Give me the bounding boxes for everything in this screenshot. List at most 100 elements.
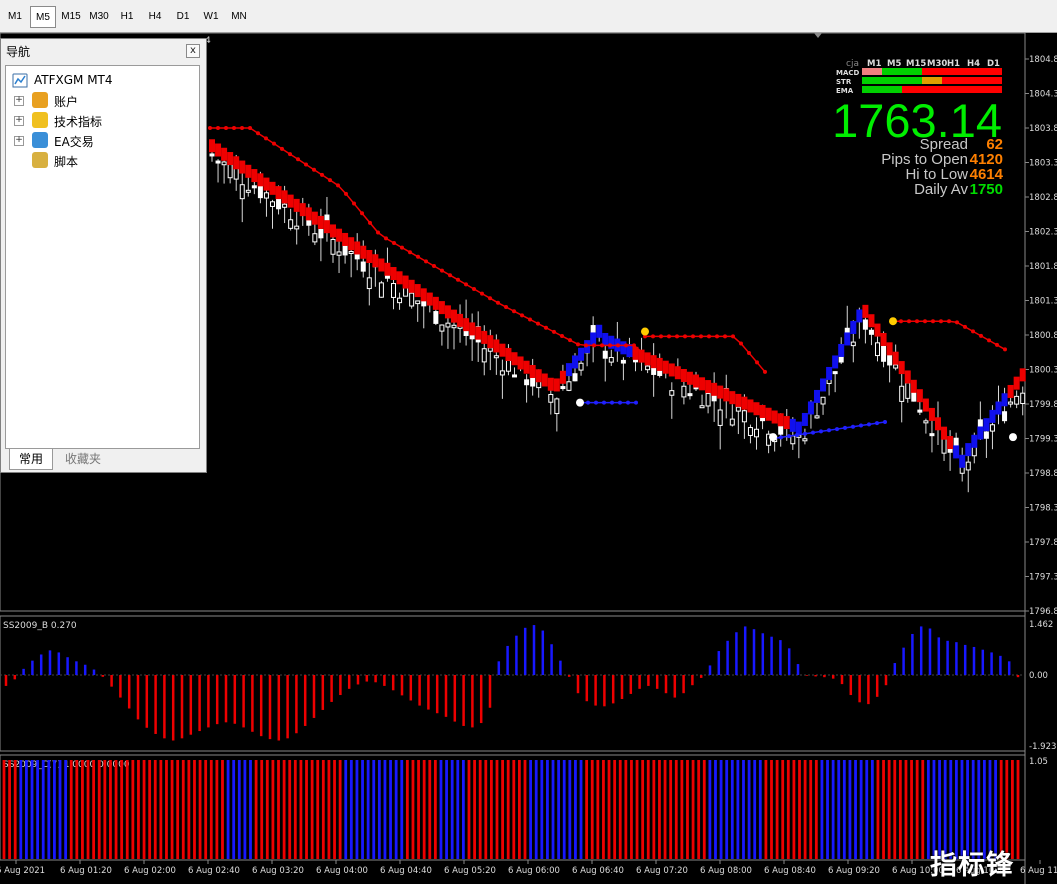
band-bar bbox=[892, 351, 899, 365]
price-tick-label: 1803.8 bbox=[1029, 124, 1057, 134]
timeframe-mn-button[interactable]: MN bbox=[226, 6, 252, 28]
blue-support-line-dot bbox=[602, 400, 606, 405]
blue-support-line-dot bbox=[618, 400, 622, 405]
band-bar bbox=[916, 389, 923, 403]
blue-support-line-2-dot bbox=[851, 424, 855, 429]
timeframe-m30-button[interactable]: M30 bbox=[86, 6, 112, 28]
band-bar bbox=[287, 194, 294, 208]
candle-body bbox=[699, 405, 705, 409]
red-trail-line-dot bbox=[320, 172, 324, 177]
candle-body bbox=[814, 415, 820, 419]
price-tick-label: 1804.8 bbox=[1029, 55, 1057, 65]
band-bar bbox=[493, 339, 500, 353]
current-price: 1763.14 bbox=[832, 94, 1002, 147]
navigator-title-bar[interactable]: 导航 x bbox=[1, 39, 206, 61]
band-bar bbox=[977, 426, 984, 440]
red-trail-line-dot bbox=[600, 343, 604, 348]
band-bar bbox=[947, 436, 954, 450]
red-trail-line-dot bbox=[272, 141, 276, 146]
time-tick-label: 6 Aug 06:00 bbox=[508, 866, 560, 876]
candle-body bbox=[391, 283, 396, 298]
blue-support-line-2-dot bbox=[803, 431, 807, 436]
band-bar bbox=[547, 377, 554, 391]
band-bar bbox=[729, 391, 736, 405]
candle-body bbox=[941, 437, 947, 454]
band-bar bbox=[868, 314, 875, 328]
price-tick-label: 1802.3 bbox=[1029, 228, 1057, 238]
band-bar bbox=[596, 324, 603, 338]
band-bar bbox=[989, 409, 996, 423]
band-bar bbox=[965, 443, 972, 457]
timeframe-h1-button[interactable]: H1 bbox=[114, 6, 140, 28]
dashboard-cell bbox=[982, 86, 1002, 93]
red-trail-line-dot bbox=[344, 191, 348, 196]
timeframe-w1-button[interactable]: W1 bbox=[198, 6, 224, 28]
candle-body bbox=[251, 185, 257, 189]
band-bar bbox=[444, 305, 451, 319]
band-bar bbox=[983, 418, 990, 432]
red-trail-line-2-dot bbox=[747, 350, 751, 355]
band-bar bbox=[559, 370, 566, 384]
red-trail-line-dot bbox=[408, 250, 412, 255]
band-bar bbox=[408, 279, 415, 293]
band-bar bbox=[959, 454, 966, 468]
dashboard-cell bbox=[882, 86, 902, 93]
band-bar bbox=[565, 363, 572, 377]
timeframe-d1-button[interactable]: D1 bbox=[170, 6, 196, 28]
candle-body bbox=[263, 192, 269, 199]
band-bar bbox=[686, 371, 693, 385]
band-bar bbox=[771, 410, 778, 424]
red-trail-line-dot bbox=[536, 321, 540, 326]
price-tick-label: 1800.8 bbox=[1029, 331, 1057, 341]
band-bar bbox=[311, 211, 318, 225]
band-bar bbox=[293, 198, 300, 212]
red-trail-line-3-dot bbox=[899, 319, 903, 324]
navigator-tab-0[interactable]: 常用 bbox=[9, 449, 53, 470]
navigator-tabs: 常用 收藏夹 bbox=[5, 449, 200, 471]
red-trail-line-dot bbox=[400, 245, 404, 250]
timeframe-m1-button[interactable]: M1 bbox=[2, 6, 28, 28]
candle-body bbox=[451, 324, 457, 329]
red-trail-line-dot bbox=[616, 343, 620, 348]
red-trail-line-3-dot bbox=[971, 329, 975, 334]
price-tick-label: 1801.3 bbox=[1029, 297, 1057, 307]
expand-icon[interactable]: + bbox=[14, 116, 24, 126]
red-trail-line-2-dot bbox=[731, 334, 735, 339]
band-bar bbox=[650, 355, 657, 369]
dashboard-row-label: STR bbox=[836, 78, 852, 86]
blue-support-line-2-dot bbox=[819, 429, 823, 434]
dashboard-cell bbox=[962, 86, 982, 93]
red-trail-line-dot bbox=[472, 287, 476, 291]
candle-body bbox=[409, 292, 415, 307]
timeframe-h4-button[interactable]: H4 bbox=[142, 6, 168, 28]
band-bar bbox=[426, 292, 433, 306]
red-trail-line-dot bbox=[296, 157, 300, 162]
red-trail-line-2-dot bbox=[667, 334, 671, 339]
timeframe-m5-button[interactable]: M5 bbox=[30, 6, 56, 28]
expand-icon[interactable]: + bbox=[14, 96, 24, 106]
red-trail-line-dot bbox=[608, 343, 612, 348]
band-bar bbox=[693, 374, 699, 388]
band-bar bbox=[826, 366, 833, 380]
price-tick-label: 1797.8 bbox=[1029, 538, 1057, 548]
band-bar bbox=[469, 322, 476, 336]
candle-body bbox=[917, 409, 923, 413]
candle-body bbox=[336, 251, 342, 256]
band-bar bbox=[323, 220, 330, 234]
red-trail-line-dot bbox=[496, 300, 500, 305]
band-bar bbox=[499, 343, 506, 357]
band-bar bbox=[245, 164, 252, 178]
candle-body bbox=[875, 342, 880, 357]
candle-body bbox=[602, 350, 608, 359]
timeframe-m15-button[interactable]: M15 bbox=[58, 6, 84, 28]
expand-icon[interactable]: + bbox=[14, 136, 24, 146]
red-trail-line-3-dot bbox=[1003, 347, 1007, 352]
band-bar bbox=[239, 160, 246, 174]
red-trail-line-2-dot bbox=[659, 334, 663, 339]
red-trail-line-2-dot bbox=[699, 334, 703, 339]
navigator-tab-1[interactable]: 收藏夹 bbox=[55, 449, 111, 469]
dashboard-cell bbox=[882, 77, 902, 84]
candle-body bbox=[548, 393, 554, 403]
close-icon[interactable]: x bbox=[186, 44, 200, 58]
red-trail-line-dot bbox=[576, 342, 580, 347]
